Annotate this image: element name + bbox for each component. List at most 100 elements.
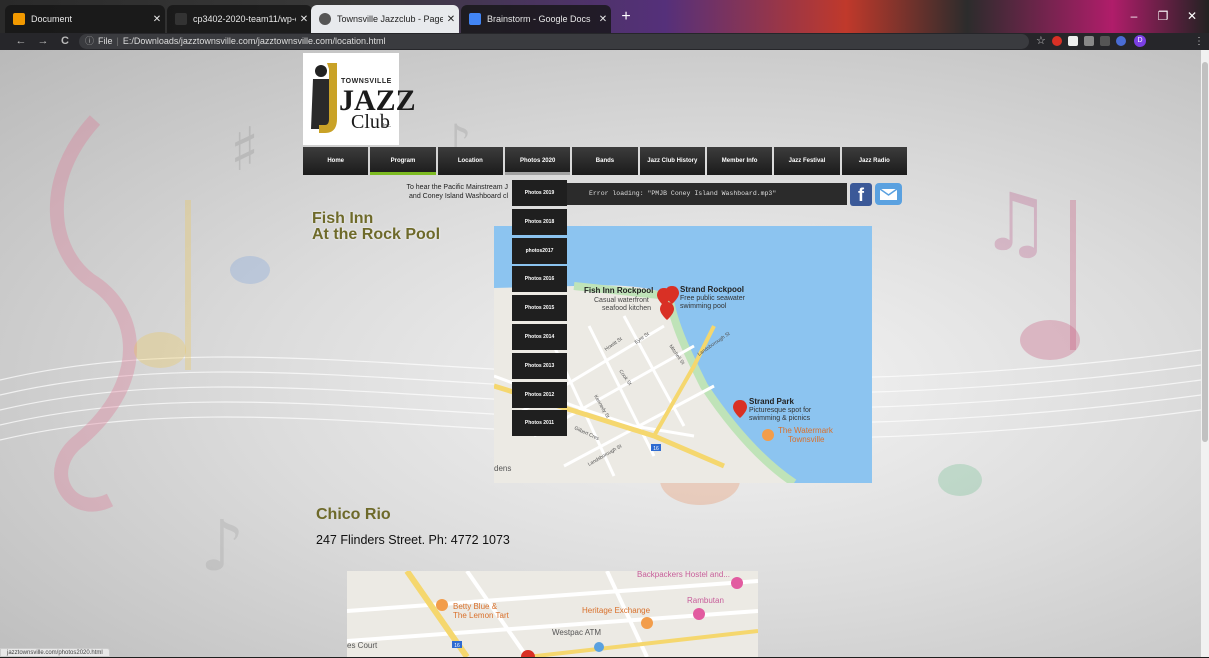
svg-text:♯: ♯: [230, 115, 259, 185]
tab-brainstorm-docs[interactable]: Brainstorm - Google Docs ✕: [461, 5, 611, 33]
address-bar[interactable]: ⓘ File | E:/Downloads/jazztownsville.com…: [79, 34, 1029, 49]
close-icon[interactable]: ✕: [443, 14, 459, 25]
map-label-strand-park-sub2: swimming & picnics: [749, 415, 811, 422]
menu-dots-icon[interactable]: ⋮: [1194, 34, 1204, 49]
maximize-button[interactable]: ❐: [1149, 6, 1177, 26]
back-button[interactable]: ←: [14, 34, 28, 48]
dropdown-photos-2015[interactable]: Photos 2015: [512, 295, 567, 322]
audio-intro-line2: and Coney Island Washboard cl: [409, 193, 508, 200]
map-label-fish-inn: Fish Inn Rockpool: [584, 286, 653, 295]
map-label-strand-rockpool-sub2: swimming pool: [680, 303, 727, 310]
extension-gray-icon[interactable]: [1084, 36, 1094, 46]
map-label-strand-rockpool: Strand Rockpool: [680, 285, 744, 294]
map-label-watermark2: Townsville: [788, 435, 825, 444]
map-label-gilbert: Gilbert Cres: [573, 425, 600, 442]
audio-intro-text: To hear the Pacific Mainstream J and Con…: [380, 183, 508, 201]
menu-jazz-club-history[interactable]: Jazz Club History: [639, 147, 705, 175]
map-label-westpac: Westpac ATM: [552, 628, 601, 637]
dropdown-photos-2014[interactable]: Photos 2014: [512, 323, 567, 350]
dropdown-photos-2019[interactable]: Photos 2019: [512, 180, 567, 206]
audio-error-message: Error loading: "PMJB Coney Island Washbo…: [589, 190, 777, 197]
url-separator: |: [116, 36, 119, 46]
map-label-fish-inn-sub1: Casual waterfront: [594, 297, 649, 304]
map-chico-rio-drawing: 16 Backpackers Hostel and... Betty Blue …: [347, 571, 758, 657]
new-tab-button[interactable]: +: [617, 8, 635, 26]
tab-townsville-jazzclub[interactable]: Townsville Jazzclub - Page 3 ✕: [311, 5, 459, 33]
web-page: ♯ ♪ ♫ ♪ TOWNSVILLE JAZZ Club Inc. Home P…: [0, 50, 1201, 657]
email-icon[interactable]: [875, 183, 902, 205]
venue1-name-line1: Fish Inn: [312, 210, 374, 227]
profile-avatar[interactable]: D: [1134, 35, 1146, 47]
map-label-betty2: The Lemon Tart: [453, 611, 510, 620]
docs-icon: [13, 13, 25, 25]
info-icon[interactable]: ⓘ: [85, 34, 94, 49]
close-window-button[interactable]: ✕: [1178, 6, 1206, 26]
logo-line4: Inc.: [383, 123, 392, 129]
dropdown-photos-2011[interactable]: Photos 2011: [512, 410, 567, 437]
main-menu: Home Program Location Photos 2020 Bands …: [303, 147, 907, 175]
browser-tab-bar: Document ✕ cp3402-2020-team11/wp-conte ✕…: [0, 0, 1209, 33]
forward-button[interactable]: →: [36, 34, 50, 48]
dropdown-photos-2012[interactable]: Photos 2012: [512, 381, 567, 408]
photos-dropdown-menu: Photos 2019 Photos 2018 photos2017 Photo…: [512, 180, 567, 439]
tab-wp-content[interactable]: cp3402-2020-team11/wp-conte ✕: [167, 5, 312, 33]
github-icon: [175, 13, 187, 25]
menu-program[interactable]: Program: [370, 147, 436, 175]
venue-chico-rio-title: Chico Rio: [316, 506, 391, 523]
venue-fish-inn-title: Fish Inn At the Rock Pool: [312, 211, 440, 243]
url-text: E:/Downloads/jazztownsville.com/jazztown…: [122, 36, 386, 46]
dropdown-photos-2013[interactable]: Photos 2013: [512, 352, 567, 379]
extension-cat-icon[interactable]: [1100, 36, 1110, 46]
facebook-icon[interactable]: f: [850, 183, 872, 206]
map-label-heritage: Heritage Exchange: [582, 606, 651, 615]
map-label-strand-rockpool-sub1: Free public seawater: [680, 295, 746, 302]
map-chico-rio[interactable]: 16 Backpackers Hostel and... Betty Blue …: [347, 571, 758, 657]
venue1-name-line2: At the Rock Pool: [312, 226, 441, 243]
menu-home[interactable]: Home: [303, 147, 369, 175]
minimize-button[interactable]: –: [1120, 6, 1148, 26]
tab-document[interactable]: Document ✕: [5, 5, 165, 33]
map-label-watermark1: The Watermark: [778, 426, 834, 435]
map-label-strand-park: Strand Park: [749, 397, 794, 406]
route-marker: 16: [454, 643, 460, 649]
dropdown-photos-2016[interactable]: Photos 2016: [512, 266, 567, 293]
menu-location[interactable]: Location: [437, 147, 503, 175]
close-icon[interactable]: ✕: [595, 14, 611, 25]
audio-player[interactable]: Error loading: "PMJB Coney Island Washbo…: [567, 183, 847, 205]
close-icon[interactable]: ✕: [149, 14, 165, 25]
map-label-court: es Court: [347, 641, 378, 650]
venue-chico-rio-address: 247 Flinders Street. Ph: 4772 1073: [316, 533, 510, 547]
address-bar-row: ← → C ⓘ File | E:/Downloads/jazztownsvil…: [0, 33, 1209, 50]
svg-text:♫: ♫: [980, 176, 1052, 269]
scrollbar-thumb[interactable]: [1202, 62, 1208, 442]
tab-label: cp3402-2020-team11/wp-conte: [193, 14, 296, 24]
audio-intro-line1: To hear the Pacific Mainstream J: [406, 184, 508, 191]
map-label-strand-park-sub1: Picturesque spot for: [749, 407, 812, 414]
menu-member-info[interactable]: Member Info: [706, 147, 773, 175]
map-label-dens: dens: [494, 464, 511, 473]
url-scheme: File: [98, 36, 113, 46]
menu-jazz-festival[interactable]: Jazz Festival: [774, 147, 840, 175]
route-marker: 16: [653, 446, 659, 452]
svg-text:♪: ♪: [200, 505, 245, 587]
map-label-betty1: Betty Blue &: [453, 602, 498, 611]
reload-button[interactable]: C: [58, 34, 72, 48]
saxophone-player-icon: [311, 63, 337, 133]
google-docs-icon: [469, 13, 481, 25]
dropdown-photos-2017[interactable]: photos2017: [512, 237, 567, 264]
menu-photos-2020[interactable]: Photos 2020: [504, 147, 571, 175]
townsville-jazz-club-logo[interactable]: TOWNSVILLE JAZZ Club Inc.: [303, 53, 416, 145]
extension-red-icon[interactable]: [1052, 36, 1062, 46]
status-bar-url: jazztownsville.com/photos2020.html: [0, 648, 110, 657]
menu-jazz-radio[interactable]: Jazz Radio: [841, 147, 907, 175]
star-icon[interactable]: ☆: [1036, 34, 1046, 49]
menu-bands[interactable]: Bands: [572, 147, 638, 175]
tab-label: Document: [31, 14, 73, 24]
dropdown-photos-2018[interactable]: Photos 2018: [512, 208, 567, 235]
map-label-eyre: Eyre St: [634, 331, 651, 346]
map-label-fish-inn-sub2: seafood kitchen: [602, 305, 651, 312]
globe-icon: [319, 13, 331, 25]
close-icon[interactable]: ✕: [296, 14, 312, 25]
extension-dark-icon[interactable]: [1068, 36, 1078, 46]
extension-wave-icon[interactable]: [1116, 36, 1126, 46]
